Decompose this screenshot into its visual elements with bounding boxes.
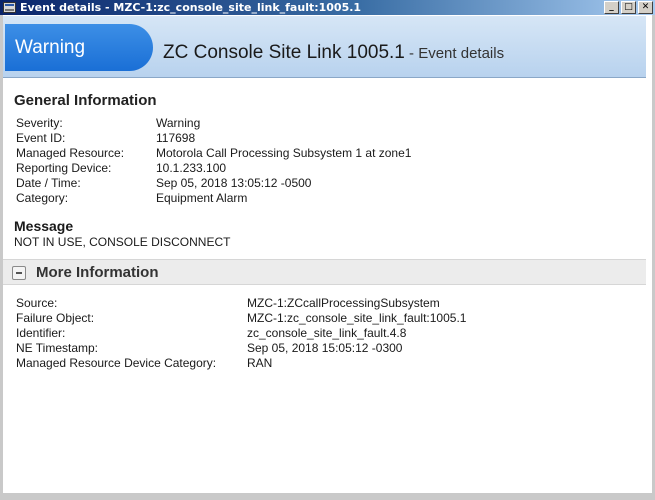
- message-text: NOT IN USE, CONSOLE DISCONNECT: [14, 235, 231, 249]
- more-info-title: More Information: [36, 264, 159, 281]
- window-controls: _ □ ✕: [604, 1, 653, 14]
- more-value: MZC-1:zc_console_site_link_fault:1005.1: [247, 311, 467, 325]
- general-value: 117698: [156, 131, 196, 145]
- window-bottom-border: [0, 493, 655, 500]
- collapse-icon[interactable]: [12, 266, 26, 280]
- app-icon: [3, 2, 16, 13]
- minimize-button[interactable]: _: [604, 1, 619, 14]
- more-info-header[interactable]: More Information: [3, 259, 646, 285]
- more-value: Sep 05, 2018 15:05:12 -0300: [247, 341, 403, 355]
- general-value: Motorola Call Processing Subsystem 1 at …: [156, 146, 412, 160]
- more-label: NE Timestamp:: [16, 341, 99, 355]
- general-value: 10.1.233.100: [156, 161, 227, 175]
- more-label: Managed Resource Device Category:: [16, 356, 217, 370]
- severity-badge: Warning: [5, 24, 153, 71]
- event-title-main: ZC Console Site Link 1005.1: [163, 42, 405, 63]
- more-label: Source:: [16, 296, 58, 310]
- general-label: Event ID:: [16, 131, 66, 145]
- more-label: Failure Object:: [16, 311, 95, 325]
- event-header: Warning ZC Console Site Link 1005.1 - Ev…: [3, 16, 646, 78]
- more-value: zc_console_site_link_fault.4.8: [247, 326, 407, 340]
- general-label: Category:: [16, 191, 69, 205]
- event-title-sub: - Event details: [404, 45, 505, 62]
- general-label: Reporting Device:: [16, 161, 112, 175]
- window-title: Event details - MZC-1:zc_console_site_li…: [20, 1, 362, 14]
- close-button[interactable]: ✕: [638, 1, 653, 14]
- general-value: Sep 05, 2018 13:05:12 -0500: [156, 176, 312, 190]
- more-value: MZC-1:ZCcallProcessingSubsystem: [247, 296, 440, 310]
- general-value: Warning: [156, 116, 201, 130]
- window-titlebar[interactable]: Event details - MZC-1:zc_console_site_li…: [0, 0, 655, 15]
- general-label: Managed Resource:: [16, 146, 125, 160]
- more-value: RAN: [247, 356, 273, 370]
- general-info-title: General Information: [14, 92, 157, 109]
- window-frame: [0, 15, 655, 500]
- general-value: Equipment Alarm: [156, 191, 248, 205]
- event-title: ZC Console Site Link 1005.1 - Event deta…: [163, 42, 504, 64]
- maximize-button[interactable]: □: [621, 1, 636, 14]
- general-label: Severity:: [16, 116, 63, 130]
- message-title: Message: [14, 218, 74, 234]
- general-label: Date / Time:: [16, 176, 81, 190]
- more-label: Identifier:: [16, 326, 66, 340]
